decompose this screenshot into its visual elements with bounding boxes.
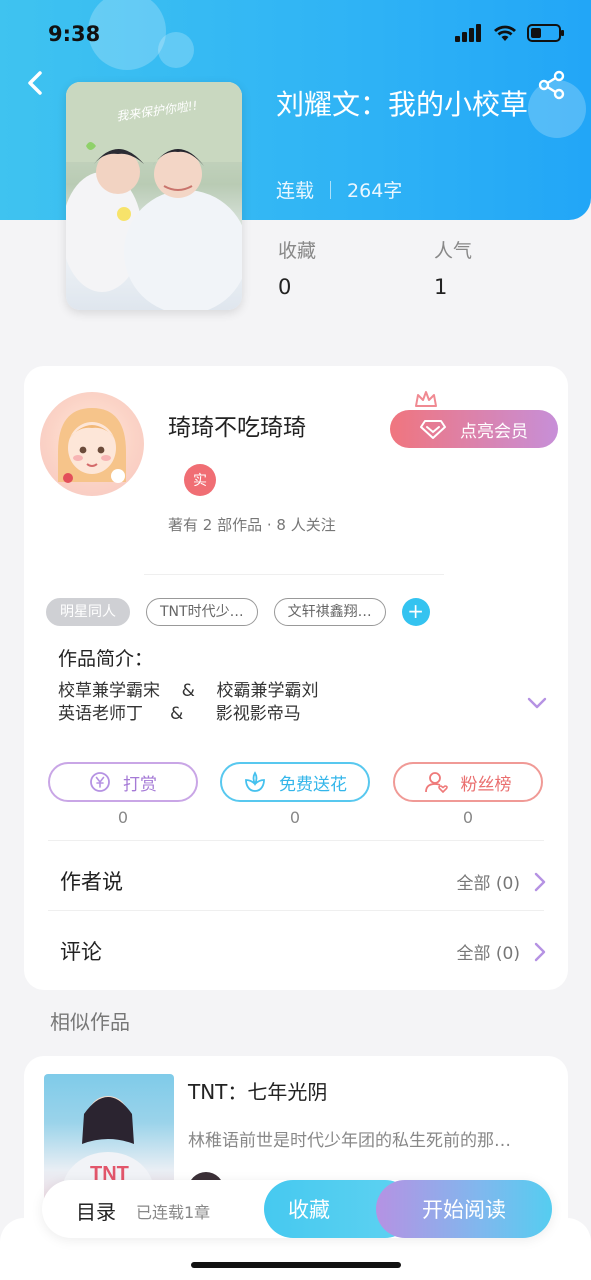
tag-item[interactable]: 文轩祺鑫翔… [273,598,386,626]
expand-chevron-icon[interactable] [526,696,548,710]
send-flower-button[interactable]: 免费送花 [220,762,370,802]
comments-count: 全部 (0) [456,944,520,964]
similar-item-title: TNT：七年光阴 [188,1080,328,1104]
battery-icon [527,24,564,42]
toc-button[interactable]: 目录 [76,1196,116,1225]
signal-icon [455,24,481,42]
book-cover[interactable]: 我来保护你啦!! [66,82,242,310]
reward-count: 0 [117,808,129,827]
chevron-right-icon [534,942,546,961]
vip-button[interactable]: 点亮会员 [390,410,558,448]
crown-icon [415,391,437,407]
comments-label[interactable]: 评论 [60,936,102,966]
stat-value: 0 [278,275,292,299]
yuan-icon [90,772,110,792]
author-avatar[interactable] [40,392,144,496]
reward-label: 打赏 [123,774,157,795]
tag-list: 明星同人 TNT时代少… 文轩祺鑫翔… + [46,598,430,626]
fan-rank-icon [424,772,448,793]
flower-icon [245,771,265,792]
stat-label: 人气 [434,240,473,262]
tag-item[interactable]: TNT时代少… [146,598,258,626]
stat-label: 收藏 [278,240,317,262]
tag-item[interactable]: 明星同人 [46,598,130,626]
author-notes-count: 全部 (0) [456,874,520,894]
intro-text: 校草兼学霸宋 & 校霸兼学霸刘 英语老师丁 & 影视影帝马 [58,680,319,726]
flower-action: 免费送花 0 [220,762,370,827]
divider [48,840,544,841]
start-reading-button[interactable]: 开始阅读 [376,1180,552,1238]
status-icons [455,24,565,42]
similar-item-desc: 林稚语前世是时代少年团的私生死前的那… [188,1131,511,1151]
author-notes-all[interactable]: 全部 (0) [457,869,546,894]
author-meta: 著有 2 部作品 · 8 人关注 [168,516,336,534]
bottom-action-bar: 目录 已连载1章 收藏 开始阅读 [42,1180,552,1238]
fan-rank-count: 0 [462,808,474,827]
back-icon[interactable] [22,68,50,98]
fan-rank-label: 粉丝榜 [460,774,512,795]
home-indicator [191,1262,401,1268]
status-time: 9:38 [48,22,101,46]
chevron-right-icon [534,872,546,891]
stat-popularity: 人气 1 [434,236,472,299]
book-title: 刘耀文：我的小校草 [276,88,529,121]
divider [144,574,444,575]
intro-line: 英语老师丁 & 影视影帝马 [58,704,301,724]
book-word-count: 264字 [347,180,403,202]
intro-label: 作品简介： [58,648,154,670]
stat-favorites: 收藏 0 [278,236,316,299]
divider [48,910,544,911]
wifi-icon [494,25,516,41]
meta-divider [330,180,332,199]
author-name[interactable]: 琦琦不吃琦琦 [168,408,306,442]
reward-action: 打赏 0 [48,762,198,827]
author-notes-label[interactable]: 作者说 [60,866,123,896]
diamond-icon [420,420,446,439]
add-tag-button[interactable]: + [401,598,430,626]
comments-all[interactable]: 全部 (0) [457,939,546,964]
book-status: 连载 [276,180,315,202]
intro-line: 校草兼学霸宋 & 校霸兼学霸刘 [58,681,319,701]
flower-count: 0 [289,808,301,827]
detail-card: 琦琦不吃琦琦 实 著有 2 部作品 · 8 人关注 点亮会员 明星同人 TNT时… [24,366,568,990]
toc-status: 已连载1章 [136,1203,211,1222]
verified-badge: 实 [184,464,216,496]
fan-rank-action: 粉丝榜 0 [393,762,543,827]
book-meta: 连载 264字 [276,176,402,203]
status-bar: 9:38 [0,0,591,70]
avatar-illustration [58,408,126,483]
fan-rank-button[interactable]: 粉丝榜 [393,762,543,802]
similar-section-title: 相似作品 [50,1010,130,1034]
stat-value: 1 [434,275,448,299]
reward-button[interactable]: 打赏 [48,762,198,802]
send-flower-label: 免费送花 [279,774,347,795]
vip-button-label: 点亮会员 [460,421,528,442]
